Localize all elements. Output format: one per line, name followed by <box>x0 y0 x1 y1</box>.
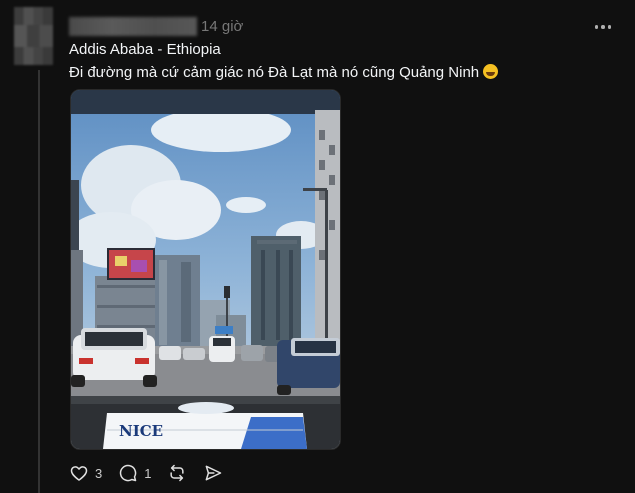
comment-button[interactable]: 1 <box>118 463 151 483</box>
thread-line <box>38 70 40 493</box>
post-timestamp: 14 giờ <box>201 18 244 35</box>
laughing-emoji-icon <box>483 64 499 79</box>
post-photo[interactable]: NICE <box>70 89 341 450</box>
more-options-button[interactable] <box>590 17 616 37</box>
post-text: Đi đường mà cứ cảm giác nó Đà Lạt mà nó … <box>69 64 480 81</box>
repost-icon <box>170 464 185 482</box>
repost-button[interactable] <box>167 463 187 483</box>
heart-icon <box>70 466 88 481</box>
tissue-brand-text: NICE <box>119 422 163 440</box>
like-count: 3 <box>95 465 103 481</box>
post-location: Addis Ababa - Ethiopia <box>69 41 221 58</box>
post-actions-bar: 3 1 <box>69 462 239 484</box>
comment-count: 1 <box>144 465 152 481</box>
more-icon-dot <box>601 25 605 29</box>
avatar[interactable] <box>14 7 53 65</box>
more-icon-dot <box>607 25 612 29</box>
street-photo-image: NICE <box>71 90 340 449</box>
username-redacted[interactable] <box>69 17 197 36</box>
share-button[interactable] <box>203 463 223 483</box>
comment-icon <box>120 464 137 482</box>
more-icon-dot <box>594 25 599 29</box>
like-button[interactable]: 3 <box>69 463 102 483</box>
share-icon <box>206 465 222 481</box>
post-text-container: Đi đường mà cứ cảm giác nó Đà Lạt mà nó … <box>69 64 499 81</box>
